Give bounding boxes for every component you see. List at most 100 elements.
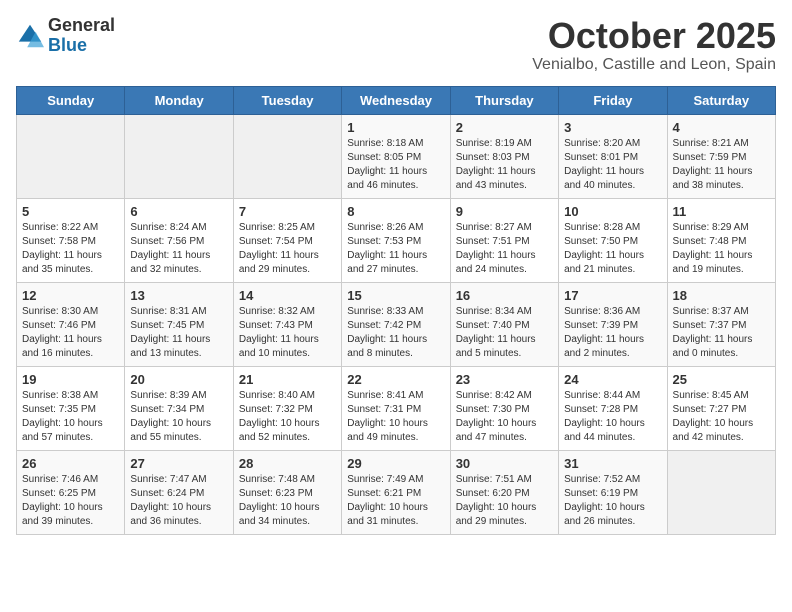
- day-number: 29: [347, 456, 444, 471]
- day-info: Sunrise: 8:24 AM Sunset: 7:56 PM Dayligh…: [130, 221, 227, 277]
- day-number: 27: [130, 456, 227, 471]
- calendar-cell: 6 Sunrise: 8:24 AM Sunset: 7:56 PM Daylig…: [125, 198, 233, 282]
- weekday-header-monday: Monday: [125, 86, 233, 114]
- day-number: 12: [22, 288, 119, 303]
- location-title: Venialbo, Castille and Leon, Spain: [532, 56, 776, 74]
- calendar-cell: 7 Sunrise: 8:25 AM Sunset: 7:54 PM Daylig…: [233, 198, 341, 282]
- day-number: 28: [239, 456, 336, 471]
- calendar-cell: 10Sunrise: 8:28 AM Sunset: 7:50 PM Dayli…: [559, 198, 667, 282]
- day-info: Sunrise: 8:29 AM Sunset: 7:48 PM Dayligh…: [673, 221, 770, 277]
- calendar-cell: [17, 114, 125, 198]
- weekday-header-wednesday: Wednesday: [342, 86, 450, 114]
- day-info: Sunrise: 8:33 AM Sunset: 7:42 PM Dayligh…: [347, 305, 444, 361]
- day-info: Sunrise: 8:21 AM Sunset: 7:59 PM Dayligh…: [673, 137, 770, 193]
- day-number: 10: [564, 204, 661, 219]
- weekday-header-saturday: Saturday: [667, 86, 775, 114]
- day-number: 22: [347, 372, 444, 387]
- day-info: Sunrise: 8:36 AM Sunset: 7:39 PM Dayligh…: [564, 305, 661, 361]
- calendar-cell: 18 Sunrise: 8:37 AM Sunset: 7:37 PM Dayli…: [667, 282, 775, 366]
- calendar-cell: 8Sunrise: 8:26 AM Sunset: 7:53 PM Daylig…: [342, 198, 450, 282]
- calendar-cell: 4Sunrise: 8:21 AM Sunset: 7:59 PM Daylig…: [667, 114, 775, 198]
- day-info: Sunrise: 8:44 AM Sunset: 7:28 PM Dayligh…: [564, 389, 661, 445]
- day-number: 14: [239, 288, 336, 303]
- day-number: 24: [564, 372, 661, 387]
- day-number: 9: [456, 204, 553, 219]
- calendar-cell: 13 Sunrise: 8:31 AM Sunset: 7:45 PM Dayli…: [125, 282, 233, 366]
- calendar-cell: 28 Sunrise: 7:48 AM Sunset: 6:23 PM Dayli…: [233, 450, 341, 534]
- day-info: Sunrise: 7:51 AM Sunset: 6:20 PM Dayligh…: [456, 473, 553, 529]
- day-number: 13: [130, 288, 227, 303]
- calendar-cell: 3Sunrise: 8:20 AM Sunset: 8:01 PM Daylig…: [559, 114, 667, 198]
- calendar-cell: 1 Sunrise: 8:18 AM Sunset: 8:05 PM Daylig…: [342, 114, 450, 198]
- day-info: Sunrise: 8:31 AM Sunset: 7:45 PM Dayligh…: [130, 305, 227, 361]
- calendar-cell: 5 Sunrise: 8:22 AM Sunset: 7:58 PM Daylig…: [17, 198, 125, 282]
- day-number: 2: [456, 120, 553, 135]
- day-info: Sunrise: 8:37 AM Sunset: 7:37 PM Dayligh…: [673, 305, 770, 361]
- day-number: 31: [564, 456, 661, 471]
- day-info: Sunrise: 8:39 AM Sunset: 7:34 PM Dayligh…: [130, 389, 227, 445]
- day-info: Sunrise: 7:48 AM Sunset: 6:23 PM Dayligh…: [239, 473, 336, 529]
- logo: General Blue: [16, 16, 115, 56]
- calendar-cell: 26 Sunrise: 7:46 AM Sunset: 6:25 PM Dayli…: [17, 450, 125, 534]
- day-info: Sunrise: 8:25 AM Sunset: 7:54 PM Dayligh…: [239, 221, 336, 277]
- week-row-1: 1 Sunrise: 8:18 AM Sunset: 8:05 PM Daylig…: [17, 114, 776, 198]
- day-info: Sunrise: 7:52 AM Sunset: 6:19 PM Dayligh…: [564, 473, 661, 529]
- calendar-cell: 12 Sunrise: 8:30 AM Sunset: 7:46 PM Dayli…: [17, 282, 125, 366]
- calendar: SundayMondayTuesdayWednesdayThursdayFrid…: [16, 86, 776, 535]
- day-number: 16: [456, 288, 553, 303]
- calendar-cell: 31 Sunrise: 7:52 AM Sunset: 6:19 PM Dayli…: [559, 450, 667, 534]
- day-number: 7: [239, 204, 336, 219]
- day-info: Sunrise: 8:18 AM Sunset: 8:05 PM Dayligh…: [347, 137, 444, 193]
- day-info: Sunrise: 8:30 AM Sunset: 7:46 PM Dayligh…: [22, 305, 119, 361]
- calendar-cell: 19 Sunrise: 8:38 AM Sunset: 7:35 PM Dayli…: [17, 366, 125, 450]
- calendar-cell: 2Sunrise: 8:19 AM Sunset: 8:03 PM Daylig…: [450, 114, 558, 198]
- week-row-2: 5 Sunrise: 8:22 AM Sunset: 7:58 PM Daylig…: [17, 198, 776, 282]
- day-number: 25: [673, 372, 770, 387]
- day-info: Sunrise: 7:47 AM Sunset: 6:24 PM Dayligh…: [130, 473, 227, 529]
- day-info: Sunrise: 7:46 AM Sunset: 6:25 PM Dayligh…: [22, 473, 119, 529]
- day-number: 11: [673, 204, 770, 219]
- day-info: Sunrise: 7:49 AM Sunset: 6:21 PM Dayligh…: [347, 473, 444, 529]
- day-number: 21: [239, 372, 336, 387]
- day-info: Sunrise: 8:27 AM Sunset: 7:51 PM Dayligh…: [456, 221, 553, 277]
- logo-text-general: General: [48, 15, 115, 35]
- weekday-header-tuesday: Tuesday: [233, 86, 341, 114]
- calendar-cell: 21Sunrise: 8:40 AM Sunset: 7:32 PM Dayli…: [233, 366, 341, 450]
- weekday-header-sunday: Sunday: [17, 86, 125, 114]
- calendar-cell: 16 Sunrise: 8:34 AM Sunset: 7:40 PM Dayli…: [450, 282, 558, 366]
- header: General Blue October 2025 Venialbo, Cast…: [16, 16, 776, 74]
- week-row-5: 26 Sunrise: 7:46 AM Sunset: 6:25 PM Dayli…: [17, 450, 776, 534]
- day-number: 6: [130, 204, 227, 219]
- month-title: October 2025: [532, 16, 776, 56]
- day-number: 15: [347, 288, 444, 303]
- title-area: October 2025 Venialbo, Castille and Leon…: [532, 16, 776, 74]
- day-number: 19: [22, 372, 119, 387]
- day-info: Sunrise: 8:42 AM Sunset: 7:30 PM Dayligh…: [456, 389, 553, 445]
- week-row-3: 12 Sunrise: 8:30 AM Sunset: 7:46 PM Dayli…: [17, 282, 776, 366]
- day-info: Sunrise: 8:45 AM Sunset: 7:27 PM Dayligh…: [673, 389, 770, 445]
- calendar-cell: 20 Sunrise: 8:39 AM Sunset: 7:34 PM Dayli…: [125, 366, 233, 450]
- calendar-cell: 9 Sunrise: 8:27 AM Sunset: 7:51 PM Daylig…: [450, 198, 558, 282]
- calendar-cell: [125, 114, 233, 198]
- day-number: 5: [22, 204, 119, 219]
- day-info: Sunrise: 8:34 AM Sunset: 7:40 PM Dayligh…: [456, 305, 553, 361]
- calendar-cell: 22Sunrise: 8:41 AM Sunset: 7:31 PM Dayli…: [342, 366, 450, 450]
- day-info: Sunrise: 8:22 AM Sunset: 7:58 PM Dayligh…: [22, 221, 119, 277]
- calendar-cell: 15 Sunrise: 8:33 AM Sunset: 7:42 PM Dayli…: [342, 282, 450, 366]
- logo-icon: [16, 22, 44, 50]
- calendar-cell: 25 Sunrise: 8:45 AM Sunset: 7:27 PM Dayli…: [667, 366, 775, 450]
- calendar-cell: 24 Sunrise: 8:44 AM Sunset: 7:28 PM Dayli…: [559, 366, 667, 450]
- calendar-cell: [233, 114, 341, 198]
- day-number: 17: [564, 288, 661, 303]
- weekday-header-thursday: Thursday: [450, 86, 558, 114]
- day-number: 20: [130, 372, 227, 387]
- day-number: 26: [22, 456, 119, 471]
- logo-text-blue: Blue: [48, 35, 87, 55]
- day-number: 8: [347, 204, 444, 219]
- calendar-cell: 30 Sunrise: 7:51 AM Sunset: 6:20 PM Dayli…: [450, 450, 558, 534]
- weekday-header-friday: Friday: [559, 86, 667, 114]
- day-number: 18: [673, 288, 770, 303]
- day-number: 30: [456, 456, 553, 471]
- day-number: 1: [347, 120, 444, 135]
- day-info: Sunrise: 8:38 AM Sunset: 7:35 PM Dayligh…: [22, 389, 119, 445]
